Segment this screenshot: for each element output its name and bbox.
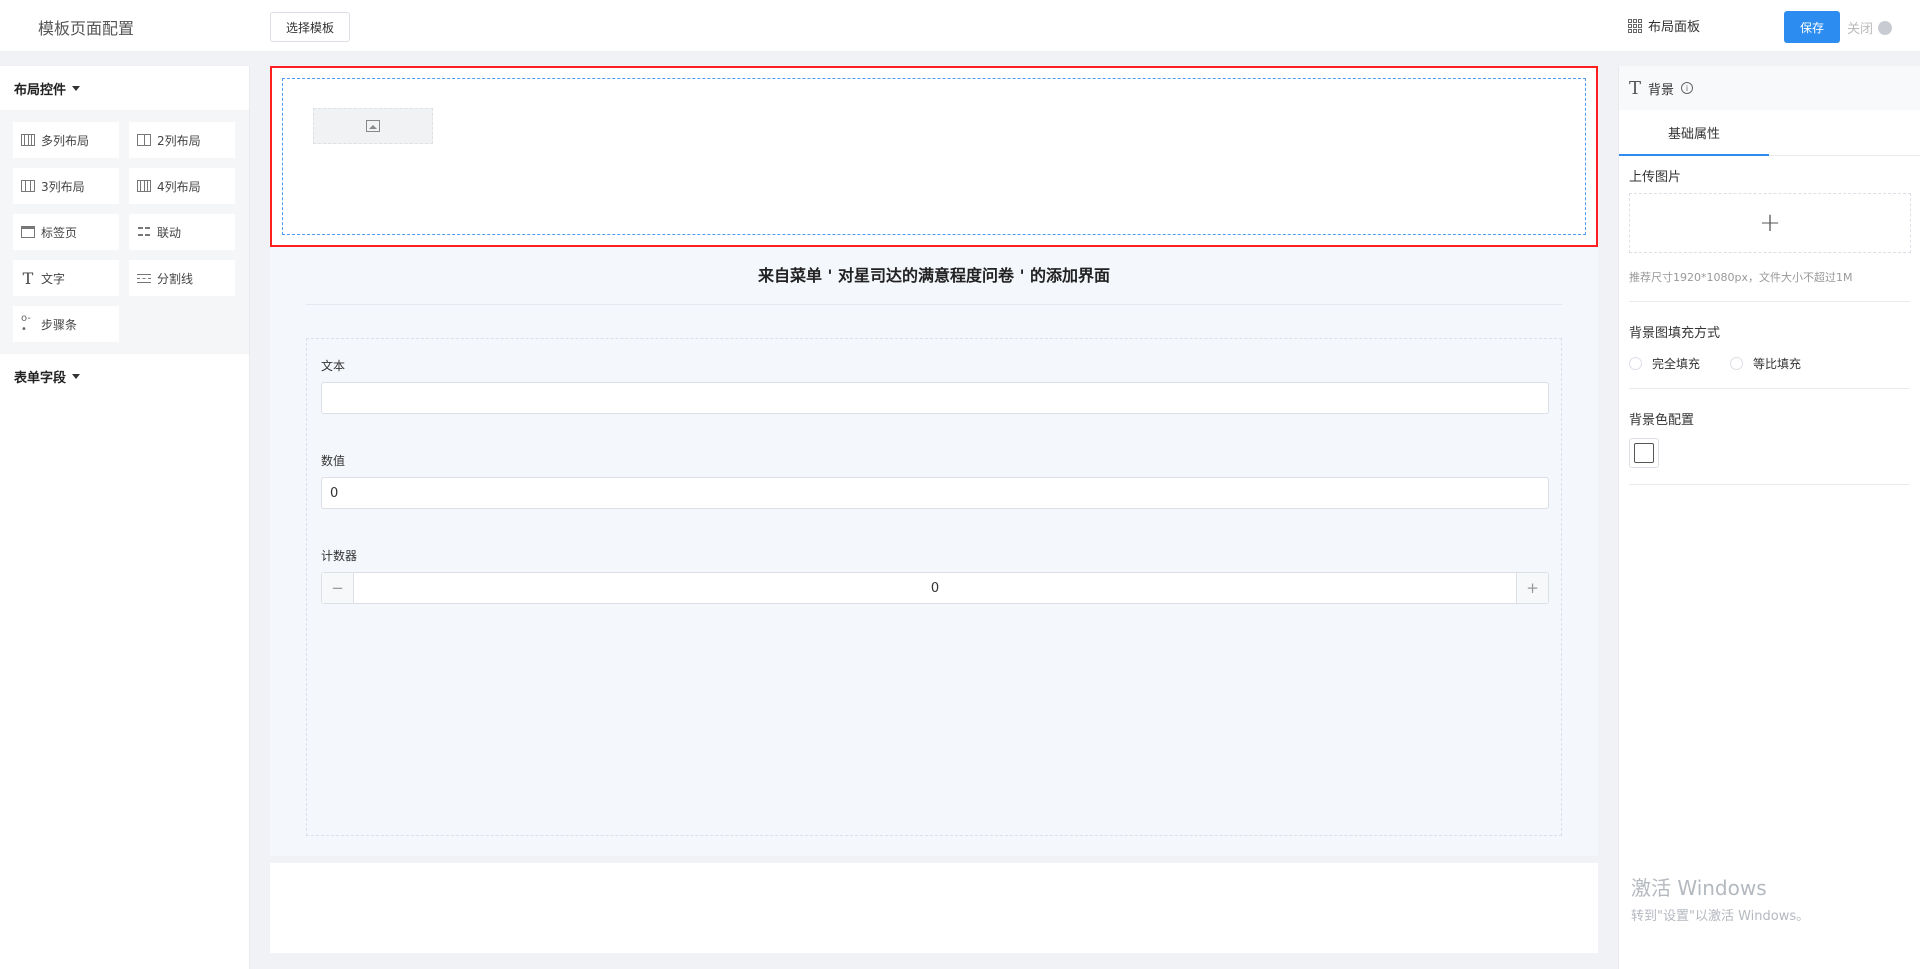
control-label: 文字 [41, 271, 66, 286]
upload-image-button[interactable]: + [1629, 193, 1911, 253]
counter-field-group: 计数器 − 0 + [321, 547, 1549, 604]
control-steps[interactable]: o-• 步骤条 [13, 306, 119, 342]
text-icon: T [22, 268, 34, 288]
quantity-stepper: − 0 + [321, 572, 1549, 604]
stepper-value[interactable]: 0 [354, 573, 1516, 603]
layout-panel-toggle[interactable]: 布局面板 [1628, 16, 1700, 35]
radio-full-fill[interactable]: 完全填充 [1629, 355, 1700, 372]
design-canvas: 来自菜单 ' 对星司达的满意程度问卷 ' 的添加界面 文本 数值 0 计数器 −… [270, 66, 1598, 856]
radio-label: 等比填充 [1753, 357, 1802, 371]
increment-button[interactable]: + [1516, 573, 1548, 603]
radio-circle-icon [1730, 357, 1744, 370]
grid-icon [1628, 18, 1642, 33]
title-divider [306, 304, 1562, 305]
left-control-panel: 布局控件 多列布局 2列布局 3列布局 4列布局 标签页 联动 T 文字 分割线… [0, 66, 250, 969]
multi-column-icon [21, 134, 35, 146]
control-divider[interactable]: 分割线 [129, 260, 235, 296]
text-icon: T [1629, 77, 1642, 99]
control-label: 步骤条 [41, 317, 78, 332]
control-linkage[interactable]: 联动 [129, 214, 235, 250]
control-three-column[interactable]: 3列布局 [13, 168, 119, 204]
control-label: 多列布局 [41, 133, 90, 148]
control-label: 2列布局 [157, 133, 201, 148]
section-divider [1629, 388, 1910, 389]
layout-controls-header[interactable]: 布局控件 [0, 66, 249, 110]
caret-down-icon [72, 373, 81, 379]
section-divider [1629, 301, 1910, 302]
text-field-group: 文本 [321, 357, 1549, 414]
background-drop-zone[interactable] [282, 78, 1586, 235]
control-label: 标签页 [41, 225, 78, 240]
image-placeholder[interactable] [313, 108, 433, 144]
layout-controls-grid: 多列布局 2列布局 3列布局 4列布局 标签页 联动 T 文字 分割线 o-• … [0, 110, 249, 354]
radio-proportional-fill[interactable]: 等比填充 [1730, 355, 1801, 372]
control-text[interactable]: T 文字 [13, 260, 119, 296]
property-panel-header: T 背景 i [1619, 66, 1920, 110]
close-label: 关闭 [1847, 22, 1874, 37]
upload-hint: 推荐尺寸1920*1080px，文件大小不超过1M [1629, 271, 1853, 284]
three-column-icon [21, 180, 35, 192]
form-field-container: 文本 数值 0 计数器 − 0 + [306, 338, 1562, 836]
four-column-icon [137, 180, 151, 192]
property-tabs: 基础属性 [1619, 110, 1920, 156]
layout-controls-title: 布局控件 [14, 82, 67, 98]
caret-down-icon [72, 85, 81, 91]
radio-circle-icon [1629, 357, 1642, 370]
panel-title: 背景 [1648, 82, 1675, 98]
control-multi-column[interactable]: 多列布局 [13, 122, 119, 158]
divider-icon [137, 272, 151, 284]
control-four-column[interactable]: 4列布局 [129, 168, 235, 204]
decrement-button[interactable]: − [322, 573, 354, 603]
linkage-icon [137, 225, 151, 239]
counter-field-label: 计数器 [321, 549, 358, 563]
info-icon[interactable]: i [1681, 82, 1694, 94]
section-divider [1629, 484, 1910, 485]
layout-panel-label: 布局面板 [1648, 20, 1701, 35]
form-fields-title: 表单字段 [14, 370, 67, 386]
number-field-group: 数值 0 [321, 452, 1549, 509]
save-button[interactable]: 保存 [1784, 11, 1840, 43]
select-template-button[interactable]: 选择模板 [270, 12, 350, 42]
upload-image-label: 上传图片 [1629, 170, 1682, 185]
watermark-line-1: 激活 Windows [1631, 876, 1767, 900]
form-fields-header[interactable]: 表单字段 [0, 354, 249, 398]
control-label: 联动 [157, 225, 182, 240]
fill-mode-label: 背景图填充方式 [1629, 326, 1721, 341]
image-icon [366, 120, 380, 132]
number-input[interactable]: 0 [321, 477, 1549, 509]
top-bar: 模板页面配置 选择模板 布局面板 保存 关闭 [0, 0, 1920, 52]
watermark-line-2: 转到"设置"以激活 Windows。 [1631, 909, 1810, 924]
background-color-label: 背景色配置 [1629, 413, 1695, 428]
fill-mode-radio-group: 完全填充 等比填充 [1629, 355, 1910, 372]
two-column-icon [137, 134, 151, 146]
close-toggle[interactable]: 关闭 [1847, 18, 1893, 37]
tabs-icon [21, 226, 35, 238]
text-field-label: 文本 [321, 359, 346, 373]
windows-activation-watermark: 激活 Windows 转到"设置"以激活 Windows。 [1631, 872, 1809, 924]
right-property-panel: T 背景 i 基础属性 上传图片 + 推荐尺寸1920*1080px，文件大小不… [1618, 66, 1920, 969]
control-tabs[interactable]: 标签页 [13, 214, 119, 250]
toggle-switch-icon [1878, 20, 1893, 35]
color-swatch [1634, 443, 1654, 463]
canvas-footer-area [270, 863, 1598, 953]
control-label: 分割线 [157, 271, 194, 286]
control-two-column[interactable]: 2列布局 [129, 122, 235, 158]
form-title: 来自菜单 ' 对星司达的满意程度问卷 ' 的添加界面 [757, 266, 1111, 285]
control-label: 3列布局 [41, 179, 85, 194]
property-body: 上传图片 + 推荐尺寸1920*1080px，文件大小不超过1M 背景图填充方式… [1619, 166, 1920, 485]
control-label: 4列布局 [157, 179, 201, 194]
color-picker[interactable] [1629, 438, 1659, 468]
tab-basic-properties[interactable]: 基础属性 [1619, 110, 1769, 156]
text-input[interactable] [321, 382, 1549, 414]
page-title: 模板页面配置 [38, 19, 135, 38]
steps-icon: o-• [21, 313, 31, 335]
radio-label: 完全填充 [1652, 357, 1701, 371]
number-field-label: 数值 [321, 454, 346, 468]
background-block-selected[interactable] [270, 66, 1598, 247]
